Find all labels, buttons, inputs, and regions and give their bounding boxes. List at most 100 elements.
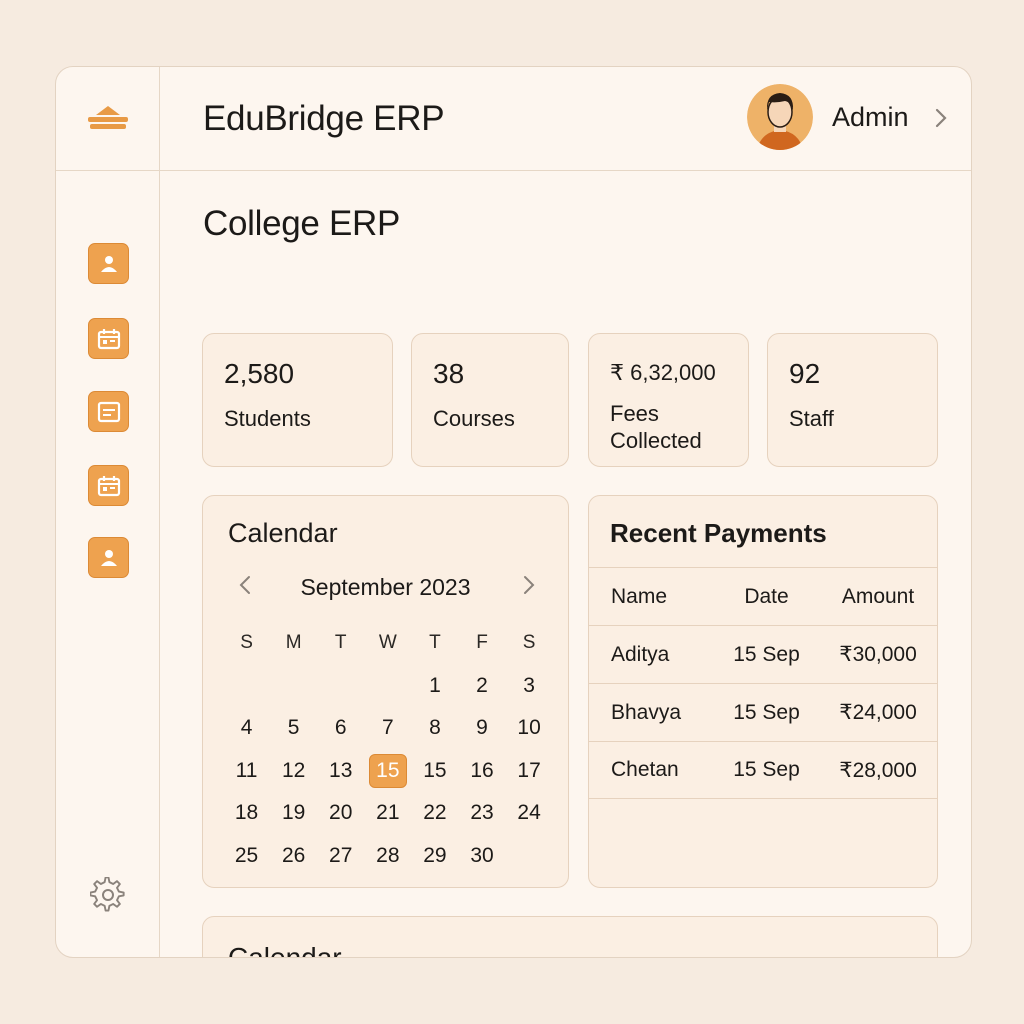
main-content: College ERP 2,580 Students 38 Courses ₹ … [160, 171, 971, 957]
payment-name: Aditya [611, 642, 670, 666]
calendar-day[interactable]: 27 [317, 844, 364, 868]
page-title: College ERP [203, 204, 401, 243]
calendar-day[interactable]: 5 [270, 716, 317, 740]
payment-name: Chetan [611, 758, 679, 781]
payments-title: Recent Payments [610, 518, 827, 548]
calendar-day[interactable]: 8 [411, 716, 458, 740]
calendar-day[interactable]: 12 [270, 759, 317, 783]
app-window: EduBridge ERP Admin College ERP 2,580 St… [55, 66, 972, 958]
calendar-week-row: 4 5 6 7 8 9 10 [223, 707, 553, 750]
user-icon [100, 255, 117, 272]
calendar-week-row: 25 26 27 28 29 30 [223, 835, 553, 878]
stat-card-students[interactable]: 2,580 Students [202, 333, 393, 467]
sidebar [56, 67, 160, 957]
top-header: EduBridge ERP Admin [160, 67, 971, 171]
app-title: EduBridge ERP [203, 99, 445, 138]
calendar-day[interactable]: 3 [506, 674, 553, 698]
stat-value: 92 [789, 358, 821, 389]
calendar-day[interactable]: 18 [223, 801, 270, 825]
calendar-day[interactable]: 21 [364, 801, 411, 825]
table-row[interactable]: Aditya 15 Sep ₹30,000 [589, 625, 937, 683]
stat-card-fees[interactable]: ₹ 6,32,000 Fees Collected [588, 333, 749, 467]
stat-label: Students [224, 406, 311, 431]
calendar-grid: S M T W T F S 1 2 3 4 5 6 7 8 9 10 11 12 13 15 15 16 17 18 19 20 21… [223, 622, 553, 877]
column-header-name: Name [611, 584, 668, 608]
calendar-week-row: 11 12 13 15 15 16 17 [223, 750, 553, 793]
weekday-label: T [429, 632, 441, 654]
avatar-image [747, 84, 813, 150]
sidebar-item-students[interactable] [88, 243, 129, 284]
payment-amount: ₹24,000 [839, 701, 917, 724]
calendar-day[interactable]: 28 [364, 844, 411, 868]
payments-table: Name Date Amount Aditya 15 Sep ₹30,000 B… [589, 567, 937, 799]
calendar-icon [97, 328, 120, 349]
calendar-day[interactable]: 29 [411, 844, 458, 868]
weekday-label: M [285, 632, 302, 654]
calendar-day[interactable]: 6 [317, 716, 364, 740]
calendar-day[interactable]: 22 [411, 801, 458, 825]
calendar-day[interactable]: 20 [317, 801, 364, 825]
gear-icon[interactable] [90, 877, 126, 913]
calendar-icon [97, 475, 120, 496]
sidebar-item-staff[interactable] [88, 537, 129, 578]
calendar-week-row: 123 [223, 665, 553, 708]
weekday-label: S [522, 632, 536, 654]
chevron-right-icon[interactable] [521, 574, 537, 596]
calendar-day[interactable]: 15 [411, 759, 458, 783]
stat-card-staff[interactable]: 92 Staff [767, 333, 938, 467]
selected-day-label: 15 [368, 753, 407, 788]
payments-card: Recent Payments Name Date Amount Aditya … [588, 495, 938, 888]
calendar-day[interactable]: 7 [364, 716, 411, 740]
stat-value: 2,580 [224, 358, 295, 389]
weekday-label: T [334, 632, 347, 654]
calendar-day[interactable]: 13 [317, 759, 364, 783]
calendar-day[interactable]: 9 [458, 716, 505, 740]
column-header-date: Date [744, 584, 789, 608]
calendar-day[interactable]: 1 [411, 674, 458, 698]
table-row[interactable]: Bhavya 15 Sep ₹24,000 [589, 683, 937, 741]
sidebar-item-events[interactable] [88, 465, 129, 506]
stat-value: 38 [433, 358, 465, 389]
payment-date: 15 Sep [733, 758, 800, 781]
column-header-amount: Amount [841, 584, 915, 608]
calendar-day[interactable]: 10 [506, 716, 553, 740]
stat-card-courses[interactable]: 38 Courses [411, 333, 569, 467]
weekday-header-row: SMTWTFS [223, 622, 553, 665]
weekday-label: S [240, 632, 253, 654]
calendar-day-selected[interactable]: 15 [364, 753, 411, 788]
chevron-right-icon[interactable] [933, 107, 949, 129]
table-row[interactable]: Chetan 15 Sep ₹28,000 [589, 741, 937, 799]
calendar-day[interactable]: 4 [223, 716, 270, 740]
user-name[interactable]: Admin [832, 102, 909, 133]
calendar-day[interactable]: 16 [458, 759, 505, 783]
sidebar-logo-area [56, 67, 159, 171]
sidebar-item-documents[interactable] [88, 391, 129, 432]
calendar-day[interactable]: 19 [270, 801, 317, 825]
stat-label: Courses [433, 406, 515, 431]
calendar-day[interactable]: 17 [506, 759, 553, 783]
stat-label-line2: Collected [610, 428, 702, 453]
calendar-week-row: 18 19 20 21 22 23 24 [223, 792, 553, 835]
avatar[interactable] [747, 84, 813, 150]
stat-value: ₹ 6,32,000 [610, 360, 716, 385]
payment-amount: ₹28,000 [839, 758, 917, 782]
calendar-month: September 2023 [300, 574, 471, 600]
table-header-row: Name Date Amount [589, 567, 937, 625]
stat-label: Staff [789, 406, 834, 431]
calendar-day[interactable]: 23 [458, 801, 505, 825]
user-icon [100, 549, 117, 566]
bottom-calendar-card[interactable]: Calendar [202, 916, 938, 957]
calendar-day[interactable]: 25 [223, 844, 270, 868]
calendar-card: Calendar September 2023 SMTWTFS123456789… [202, 495, 569, 888]
payment-date: 15 Sep [733, 642, 800, 666]
calendar-day[interactable]: 30 [458, 844, 505, 868]
calendar-day[interactable]: 24 [506, 801, 553, 825]
calendar-day[interactable]: 2 [458, 674, 505, 698]
sidebar-item-calendar[interactable] [88, 318, 129, 359]
weekday-label: W [378, 632, 397, 654]
logo-icon[interactable] [87, 105, 128, 132]
weekday-label: F [476, 632, 488, 654]
calendar-day[interactable]: 11 [223, 759, 270, 783]
calendar-day[interactable]: 26 [270, 844, 317, 868]
calendar-title: Calendar [228, 518, 338, 548]
